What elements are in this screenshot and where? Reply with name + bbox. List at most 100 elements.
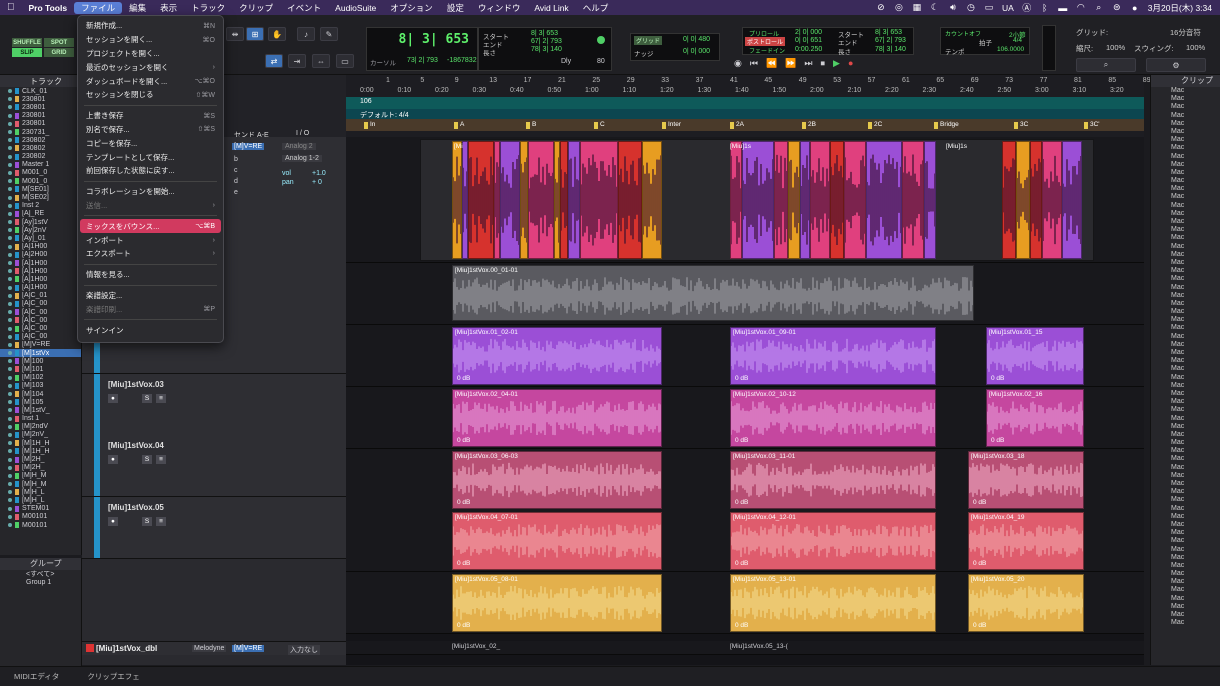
track-show-icon[interactable] [8, 367, 12, 372]
clip-list-item[interactable]: Mac [1151, 398, 1220, 406]
track-list-item[interactable]: [M]H_L [0, 488, 81, 496]
clip-list-item[interactable]: Mac [1151, 406, 1220, 414]
clip-list-item[interactable]: Mac [1151, 439, 1220, 447]
comp-segment[interactable] [568, 141, 580, 259]
output-select[interactable]: Analog 1-2 [282, 155, 322, 162]
file-menu-item[interactable]: 情報を見る... [80, 268, 221, 282]
track-show-icon[interactable] [8, 392, 12, 397]
track-lane[interactable]: [Miu]1stVox.05_08-01 0 dB [Miu]1stVox.05_1… [346, 572, 1144, 634]
marker[interactable]: Inter [662, 121, 681, 131]
track-list-item[interactable]: [A]C_00 [0, 324, 81, 332]
comp-segment[interactable] [742, 141, 774, 259]
track-show-icon[interactable] [8, 375, 12, 380]
audio-clip[interactable]: [Miu]1stVox.04_07-01 0 dB [452, 512, 662, 570]
file-menu-item[interactable]: インポート › [80, 233, 221, 247]
go-to-end-icon[interactable]: ⏭ [804, 58, 812, 69]
track-show-icon[interactable] [8, 400, 12, 405]
tempo-value[interactable]: 106.0000 [997, 46, 1024, 53]
solo-button[interactable]: S [142, 517, 152, 526]
meter-value[interactable]: 4/4 [1013, 37, 1022, 44]
start2-value[interactable]: 8| 3| 653 [875, 29, 902, 36]
audio-clip[interactable]: [Miu]1stVox.05_08-01 0 dB [452, 574, 662, 632]
comp-segment[interactable] [810, 141, 830, 259]
clip-list-item[interactable]: Mac [1151, 324, 1220, 332]
track-show-icon[interactable] [8, 146, 12, 151]
end-value[interactable]: 67| 2| 793 [531, 38, 562, 45]
clip-list-item[interactable]: Mac [1151, 554, 1220, 562]
track-show-icon[interactable] [8, 514, 12, 519]
track-list-item[interactable]: [M]1H_H [0, 439, 81, 447]
track-show-icon[interactable] [8, 310, 12, 315]
menu-file[interactable]: ファイル [74, 1, 123, 14]
group-item-all[interactable]: <すべて> [0, 570, 81, 578]
tab-icon[interactable]: ⇥ [288, 54, 306, 68]
audio-clip[interactable]: [Miu]1stVox.05_20 0 dB [968, 574, 1084, 632]
file-menu-item[interactable]: コラボレーションを開始... [80, 185, 221, 199]
track-show-icon[interactable] [8, 416, 12, 421]
speaker-tool-icon[interactable]: ♪ [297, 27, 315, 41]
search-icon[interactable]: ⌕ [1076, 58, 1136, 72]
clip-list-item[interactable]: Mac [1151, 603, 1220, 611]
solo-button[interactable]: S [142, 455, 152, 464]
slip-mode-button[interactable]: SLIP [12, 48, 42, 57]
marker[interactable]: A [454, 121, 464, 131]
menu-options[interactable]: オプション [383, 2, 440, 14]
rewind-icon[interactable]: ⏪ [766, 58, 777, 69]
status-icon[interactable]: ⊘ [876, 2, 886, 13]
group-list-header[interactable]: グループ [0, 558, 81, 570]
file-menu-item[interactable]: 楽譜印刷... ⌘P [80, 302, 221, 316]
track-show-icon[interactable] [8, 432, 12, 437]
clip-list-header[interactable]: クリップ [1151, 75, 1220, 87]
postroll-value[interactable]: 0| 0| 651 [795, 37, 822, 44]
audio-clip[interactable]: [Miu]1stVox.02_16 0 dB [986, 389, 1084, 447]
audio-clip[interactable]: [Miu]1stVox.01_02-01 0 dB [452, 327, 662, 385]
track-list-item[interactable]: [M]1stVx [0, 349, 81, 358]
audio-clip[interactable]: [Miu]1stVox.02_10-12 0 dB [730, 389, 936, 447]
track-list-item[interactable]: 230801 [0, 112, 81, 120]
clip-list-item[interactable]: Mac [1151, 521, 1220, 529]
track-show-icon[interactable] [8, 252, 12, 257]
clip-list-item[interactable]: Mac [1151, 611, 1220, 619]
track-show-icon[interactable] [8, 482, 12, 487]
sync-icon[interactable]: ◎ [894, 2, 904, 13]
settings-gear-icon[interactable]: ⚙ [1146, 58, 1206, 72]
clip-list-item[interactable]: Mac [1151, 586, 1220, 594]
track-show-icon[interactable] [8, 293, 12, 298]
track-show-icon[interactable] [8, 408, 12, 413]
track-view-button[interactable]: ≡ [156, 455, 166, 464]
audio-clip[interactable]: [Miu]1stVox.05_13-01 0 dB [730, 574, 936, 632]
clip-list-item[interactable]: Mac [1151, 472, 1220, 480]
track-list-item[interactable]: [M]2H_ [0, 455, 81, 463]
dly-label[interactable]: Dly [561, 58, 571, 65]
bluetooth-icon[interactable]: ᛒ [1040, 3, 1050, 13]
audio-clip[interactable]: [Miu]1stVox.01_15 0 dB [986, 327, 1084, 385]
wifi-icon[interactable]: ◠ [1076, 2, 1086, 13]
menu-track[interactable]: トラック [184, 2, 232, 14]
menu-avid-link[interactable]: Avid Link [527, 3, 575, 13]
clip-list-item[interactable]: Mac [1151, 169, 1220, 177]
clip-effects-tab[interactable]: クリップエフェ [73, 671, 154, 682]
track-list-item[interactable]: 230802 [0, 153, 81, 161]
comp-segment[interactable] [902, 141, 924, 259]
clip-list-item[interactable]: Mac [1151, 374, 1220, 382]
clip-list-item[interactable]: Mac [1151, 529, 1220, 537]
marker[interactable]: B [526, 121, 536, 131]
audio-clip[interactable]: [Miu]1stVox.00_01-01 [452, 265, 974, 321]
track-show-icon[interactable] [8, 228, 12, 233]
zoom-value[interactable]: 100% [1106, 43, 1125, 52]
loop-icon[interactable]: ◉ [734, 58, 742, 69]
track-show-icon[interactable] [8, 441, 12, 446]
track-list-item[interactable]: 230731_ [0, 128, 81, 136]
menu-help[interactable]: ヘルプ [576, 2, 616, 14]
audio-clip[interactable]: [Miu]1stVox.03_11-01 0 dB [730, 451, 936, 509]
track-list-item[interactable]: 230802 [0, 144, 81, 152]
track-list-item[interactable]: Inst 1 [0, 415, 81, 423]
group-item-1[interactable]: Group 1 [0, 578, 81, 586]
comp-segment[interactable] [468, 141, 494, 259]
menu-clip[interactable]: クリップ [232, 2, 280, 14]
clip-list-item[interactable]: Mac [1151, 415, 1220, 423]
track-lane[interactable]: [Miu]1stVox.01_02-01 0 dB [Miu]1stVox.01_0… [346, 325, 1144, 387]
file-menu-item[interactable]: 上書き保存 ⌘S [80, 109, 221, 123]
clip-list-item[interactable]: Mac [1151, 202, 1220, 210]
clip-list-item[interactable]: Mac [1151, 480, 1220, 488]
